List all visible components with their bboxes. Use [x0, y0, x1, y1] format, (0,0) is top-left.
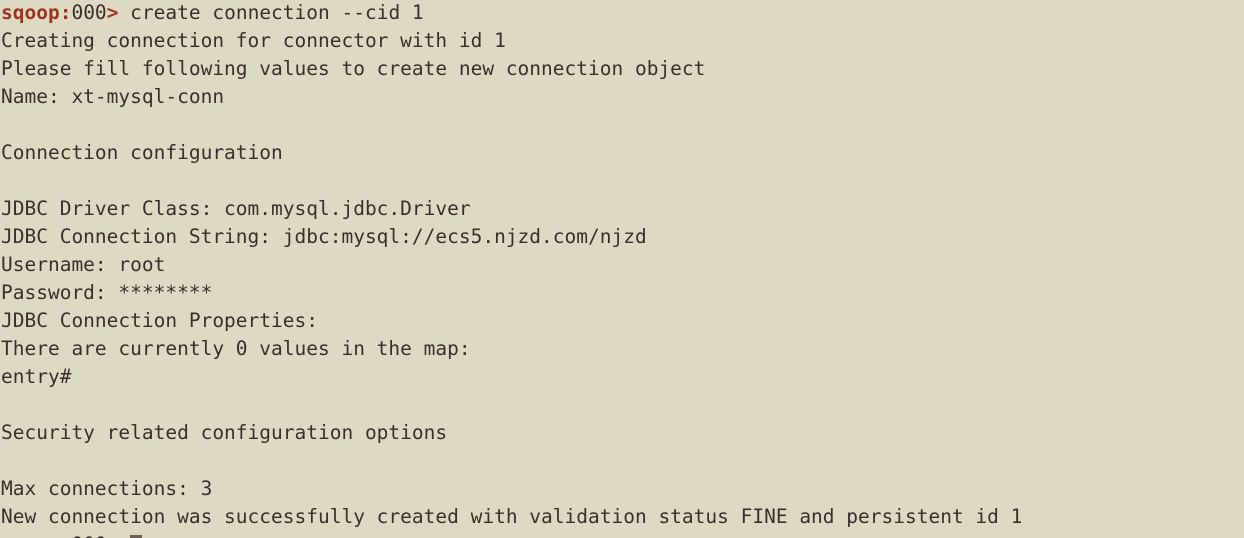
prompt-username: sqoop	[1, 533, 60, 538]
terminal-next-prompt-line: sqoop:000>	[0, 531, 143, 538]
terminal-output-line: JDBC Driver Class: com.mysql.jdbc.Driver	[1, 197, 471, 220]
terminal-output-line: JDBC Connection Properties:	[1, 309, 318, 332]
terminal-line-prompt-command: sqoop:000> create connection --cid 1	[0, 0, 1244, 27]
terminal-command-input: create connection --cid 1	[118, 1, 424, 24]
prompt-colon: :	[59, 1, 72, 24]
terminal-output-line: New connection was successfully created …	[1, 505, 1023, 528]
terminal-screen: sqoop:000> create connection --cid 1 Cre…	[0, 0, 1244, 531]
terminal-output-line: Name: xt-mysql-conn	[1, 85, 225, 108]
terminal-output-line: Creating connection for connector with i…	[1, 29, 506, 52]
terminal-window[interactable]: sqoop:000> create connection --cid 1 Cre…	[0, 0, 1244, 538]
terminal-output-line: Password: ********	[1, 281, 213, 304]
prompt-colon: :	[60, 533, 72, 538]
terminal-output-line: Max connections: 3	[1, 477, 213, 500]
terminal-output-line: entry#	[1, 365, 72, 388]
terminal-output-line: Username: root	[1, 253, 166, 276]
prompt-username: sqoop	[1, 1, 60, 24]
prompt-caret: >	[107, 533, 119, 538]
prompt-session-number: 000	[71, 533, 106, 538]
terminal-output-line: There are currently 0 values in the map:	[1, 337, 471, 360]
prompt-caret: >	[106, 1, 119, 24]
terminal-output-line: Connection configuration	[1, 141, 283, 164]
terminal-output-line: Security related configuration options	[1, 421, 448, 444]
terminal-output-line: JDBC Connection String: jdbc:mysql://ecs…	[1, 225, 647, 248]
prompt-session-number: 000	[71, 1, 107, 24]
terminal-output-line: Please fill following values to create n…	[1, 57, 706, 80]
